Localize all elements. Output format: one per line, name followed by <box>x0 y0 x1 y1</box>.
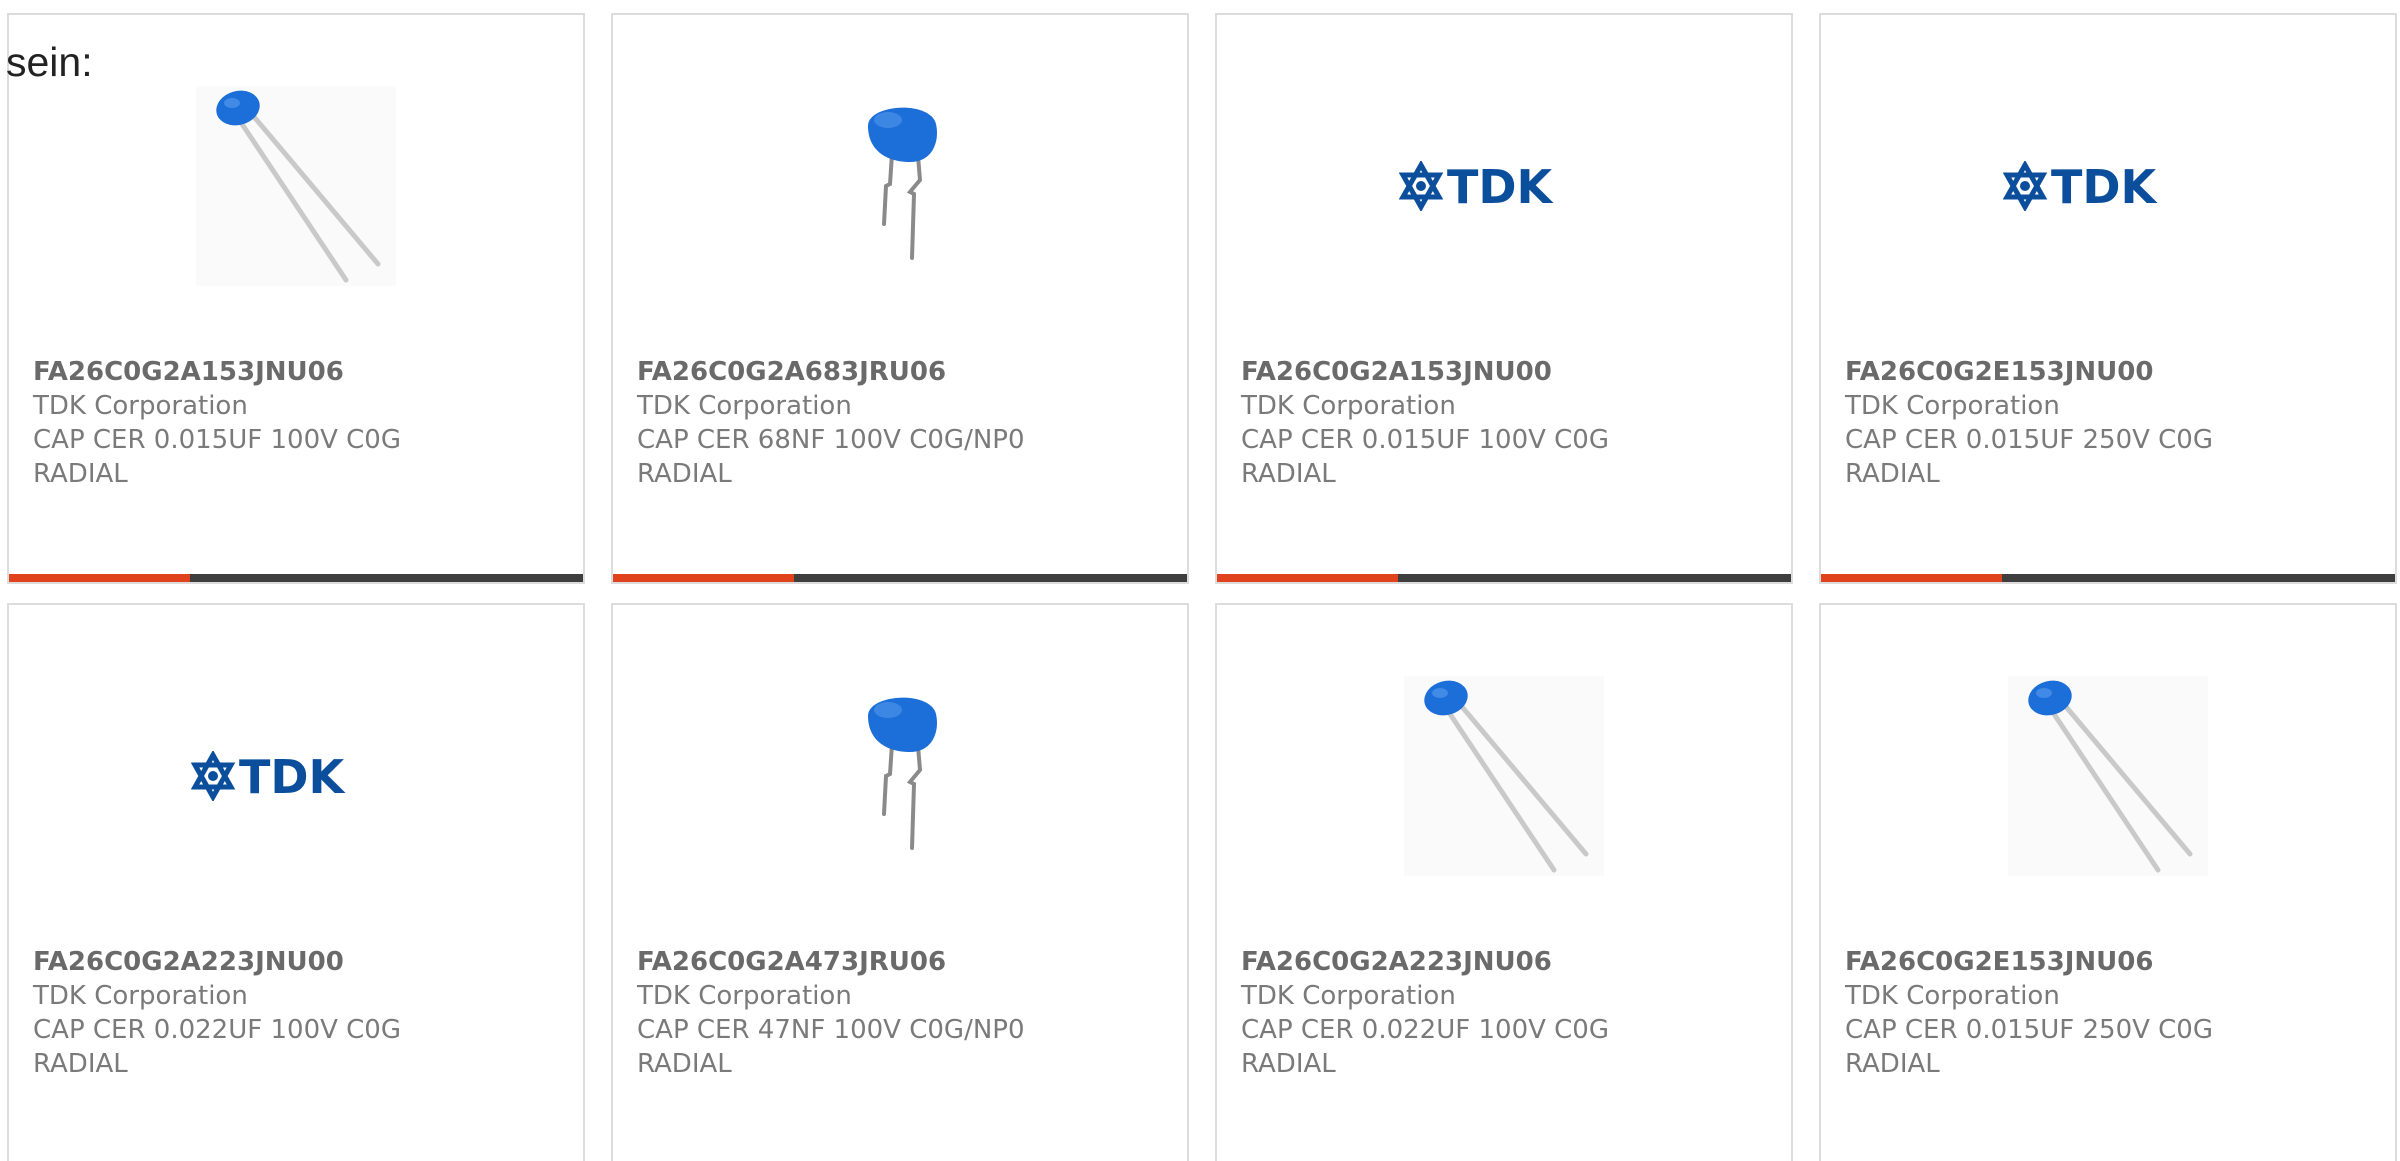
product-image[interactable] <box>613 81 1187 291</box>
tdk-logo-text: TDK <box>239 751 347 801</box>
product-image[interactable] <box>613 671 1187 881</box>
product-description: CAP CER 68NF 100V C0G/NP0 <box>637 425 1025 455</box>
manufacturer-name: TDK Corporation <box>1845 391 2060 421</box>
card-footer-bar <box>9 574 583 582</box>
product-description-package: RADIAL <box>1845 459 1940 489</box>
tdk-logo-icon: TDK <box>191 751 347 801</box>
tdk-logo-icon: TDK <box>2003 161 2159 211</box>
part-number-link[interactable]: FA26C0G2A223JNU06 <box>1241 945 1771 979</box>
manufacturer-name: TDK Corporation <box>1241 981 1456 1011</box>
product-grid-page: sein: FA26C0G2A153JNU06 TDK Corporation … <box>0 0 2400 1161</box>
product-description: CAP CER 0.015UF 250V C0G <box>1845 425 2213 455</box>
bar-dark-segment <box>1398 574 1791 582</box>
part-number-link[interactable]: FA26C0G2A153JNU00 <box>1241 355 1771 389</box>
manufacturer-name: TDK Corporation <box>1845 981 2060 1011</box>
card-footer-bar <box>1217 574 1791 582</box>
product-description-package: RADIAL <box>33 1049 128 1079</box>
product-image[interactable]: TDK <box>1821 81 2395 291</box>
product-description-package: RADIAL <box>637 459 732 489</box>
small-capacitor-icon <box>2008 676 2208 876</box>
bar-accent-segment <box>613 574 795 582</box>
manufacturer-name: TDK Corporation <box>1241 391 1456 421</box>
bar-dark-segment <box>2002 574 2395 582</box>
product-description: CAP CER 0.015UF 100V C0G <box>1241 425 1609 455</box>
part-number-link[interactable]: FA26C0G2A473JRU06 <box>637 945 1167 979</box>
product-image[interactable] <box>9 81 583 291</box>
small-capacitor-icon <box>1404 676 1604 876</box>
product-card[interactable]: TDK FA26C0G2A223JNU00 TDK Corporation CA… <box>7 603 585 1161</box>
product-description: CAP CER 0.022UF 100V C0G <box>1241 1015 1609 1045</box>
product-description-package: RADIAL <box>33 459 128 489</box>
product-description: CAP CER 0.015UF 100V C0G <box>33 425 401 455</box>
manufacturer-name: TDK Corporation <box>33 981 248 1011</box>
product-description: CAP CER 0.015UF 250V C0G <box>1845 1015 2213 1045</box>
product-description-package: RADIAL <box>1845 1049 1940 1079</box>
product-card[interactable]: FA26C0G2A683JRU06 TDK Corporation CAP CE… <box>611 13 1189 584</box>
product-image[interactable] <box>1217 671 1791 881</box>
product-card[interactable]: FA26C0G2A223JNU06 TDK Corporation CAP CE… <box>1215 603 1793 1161</box>
manufacturer-name: TDK Corporation <box>637 391 852 421</box>
bar-accent-segment <box>1821 574 2003 582</box>
tdk-logo-text: TDK <box>1447 161 1555 211</box>
product-description-package: RADIAL <box>1241 1049 1336 1079</box>
bar-dark-segment <box>190 574 583 582</box>
product-card[interactable]: FA26C0G2A473JRU06 TDK Corporation CAP CE… <box>611 603 1189 1161</box>
large-capacitor-icon <box>868 697 937 850</box>
tdk-logo-text: TDK <box>2051 161 2159 211</box>
part-number-link[interactable]: FA26C0G2E153JNU06 <box>1845 945 2375 979</box>
large-capacitor-icon <box>868 107 937 260</box>
product-description-package: RADIAL <box>637 1049 732 1079</box>
product-description-package: RADIAL <box>1241 459 1336 489</box>
bar-dark-segment <box>794 574 1187 582</box>
manufacturer-name: TDK Corporation <box>33 391 248 421</box>
product-card[interactable]: TDK FA26C0G2E153JNU00 TDK Corporation CA… <box>1819 13 2397 584</box>
product-card[interactable]: TDK FA26C0G2A153JNU00 TDK Corporation CA… <box>1215 13 1793 584</box>
intro-text: sein: <box>6 39 93 85</box>
product-image[interactable]: TDK <box>9 671 583 881</box>
product-description: CAP CER 0.022UF 100V C0G <box>33 1015 401 1045</box>
part-number-link[interactable]: FA26C0G2E153JNU00 <box>1845 355 2375 389</box>
product-description: CAP CER 47NF 100V C0G/NP0 <box>637 1015 1025 1045</box>
bar-accent-segment <box>9 574 191 582</box>
bar-accent-segment <box>1217 574 1399 582</box>
part-number-link[interactable]: FA26C0G2A223JNU00 <box>33 945 563 979</box>
card-footer-bar <box>613 574 1187 582</box>
part-number-link[interactable]: FA26C0G2A683JRU06 <box>637 355 1167 389</box>
small-capacitor-icon <box>196 86 396 286</box>
product-image[interactable]: TDK <box>1217 81 1791 291</box>
tdk-logo-icon: TDK <box>1399 161 1555 211</box>
product-card[interactable]: FA26C0G2A153JNU06 TDK Corporation CAP CE… <box>7 13 585 584</box>
part-number-link[interactable]: FA26C0G2A153JNU06 <box>33 355 563 389</box>
card-footer-bar <box>1821 574 2395 582</box>
product-image[interactable] <box>1821 671 2395 881</box>
manufacturer-name: TDK Corporation <box>637 981 852 1011</box>
product-card[interactable]: FA26C0G2E153JNU06 TDK Corporation CAP CE… <box>1819 603 2397 1161</box>
